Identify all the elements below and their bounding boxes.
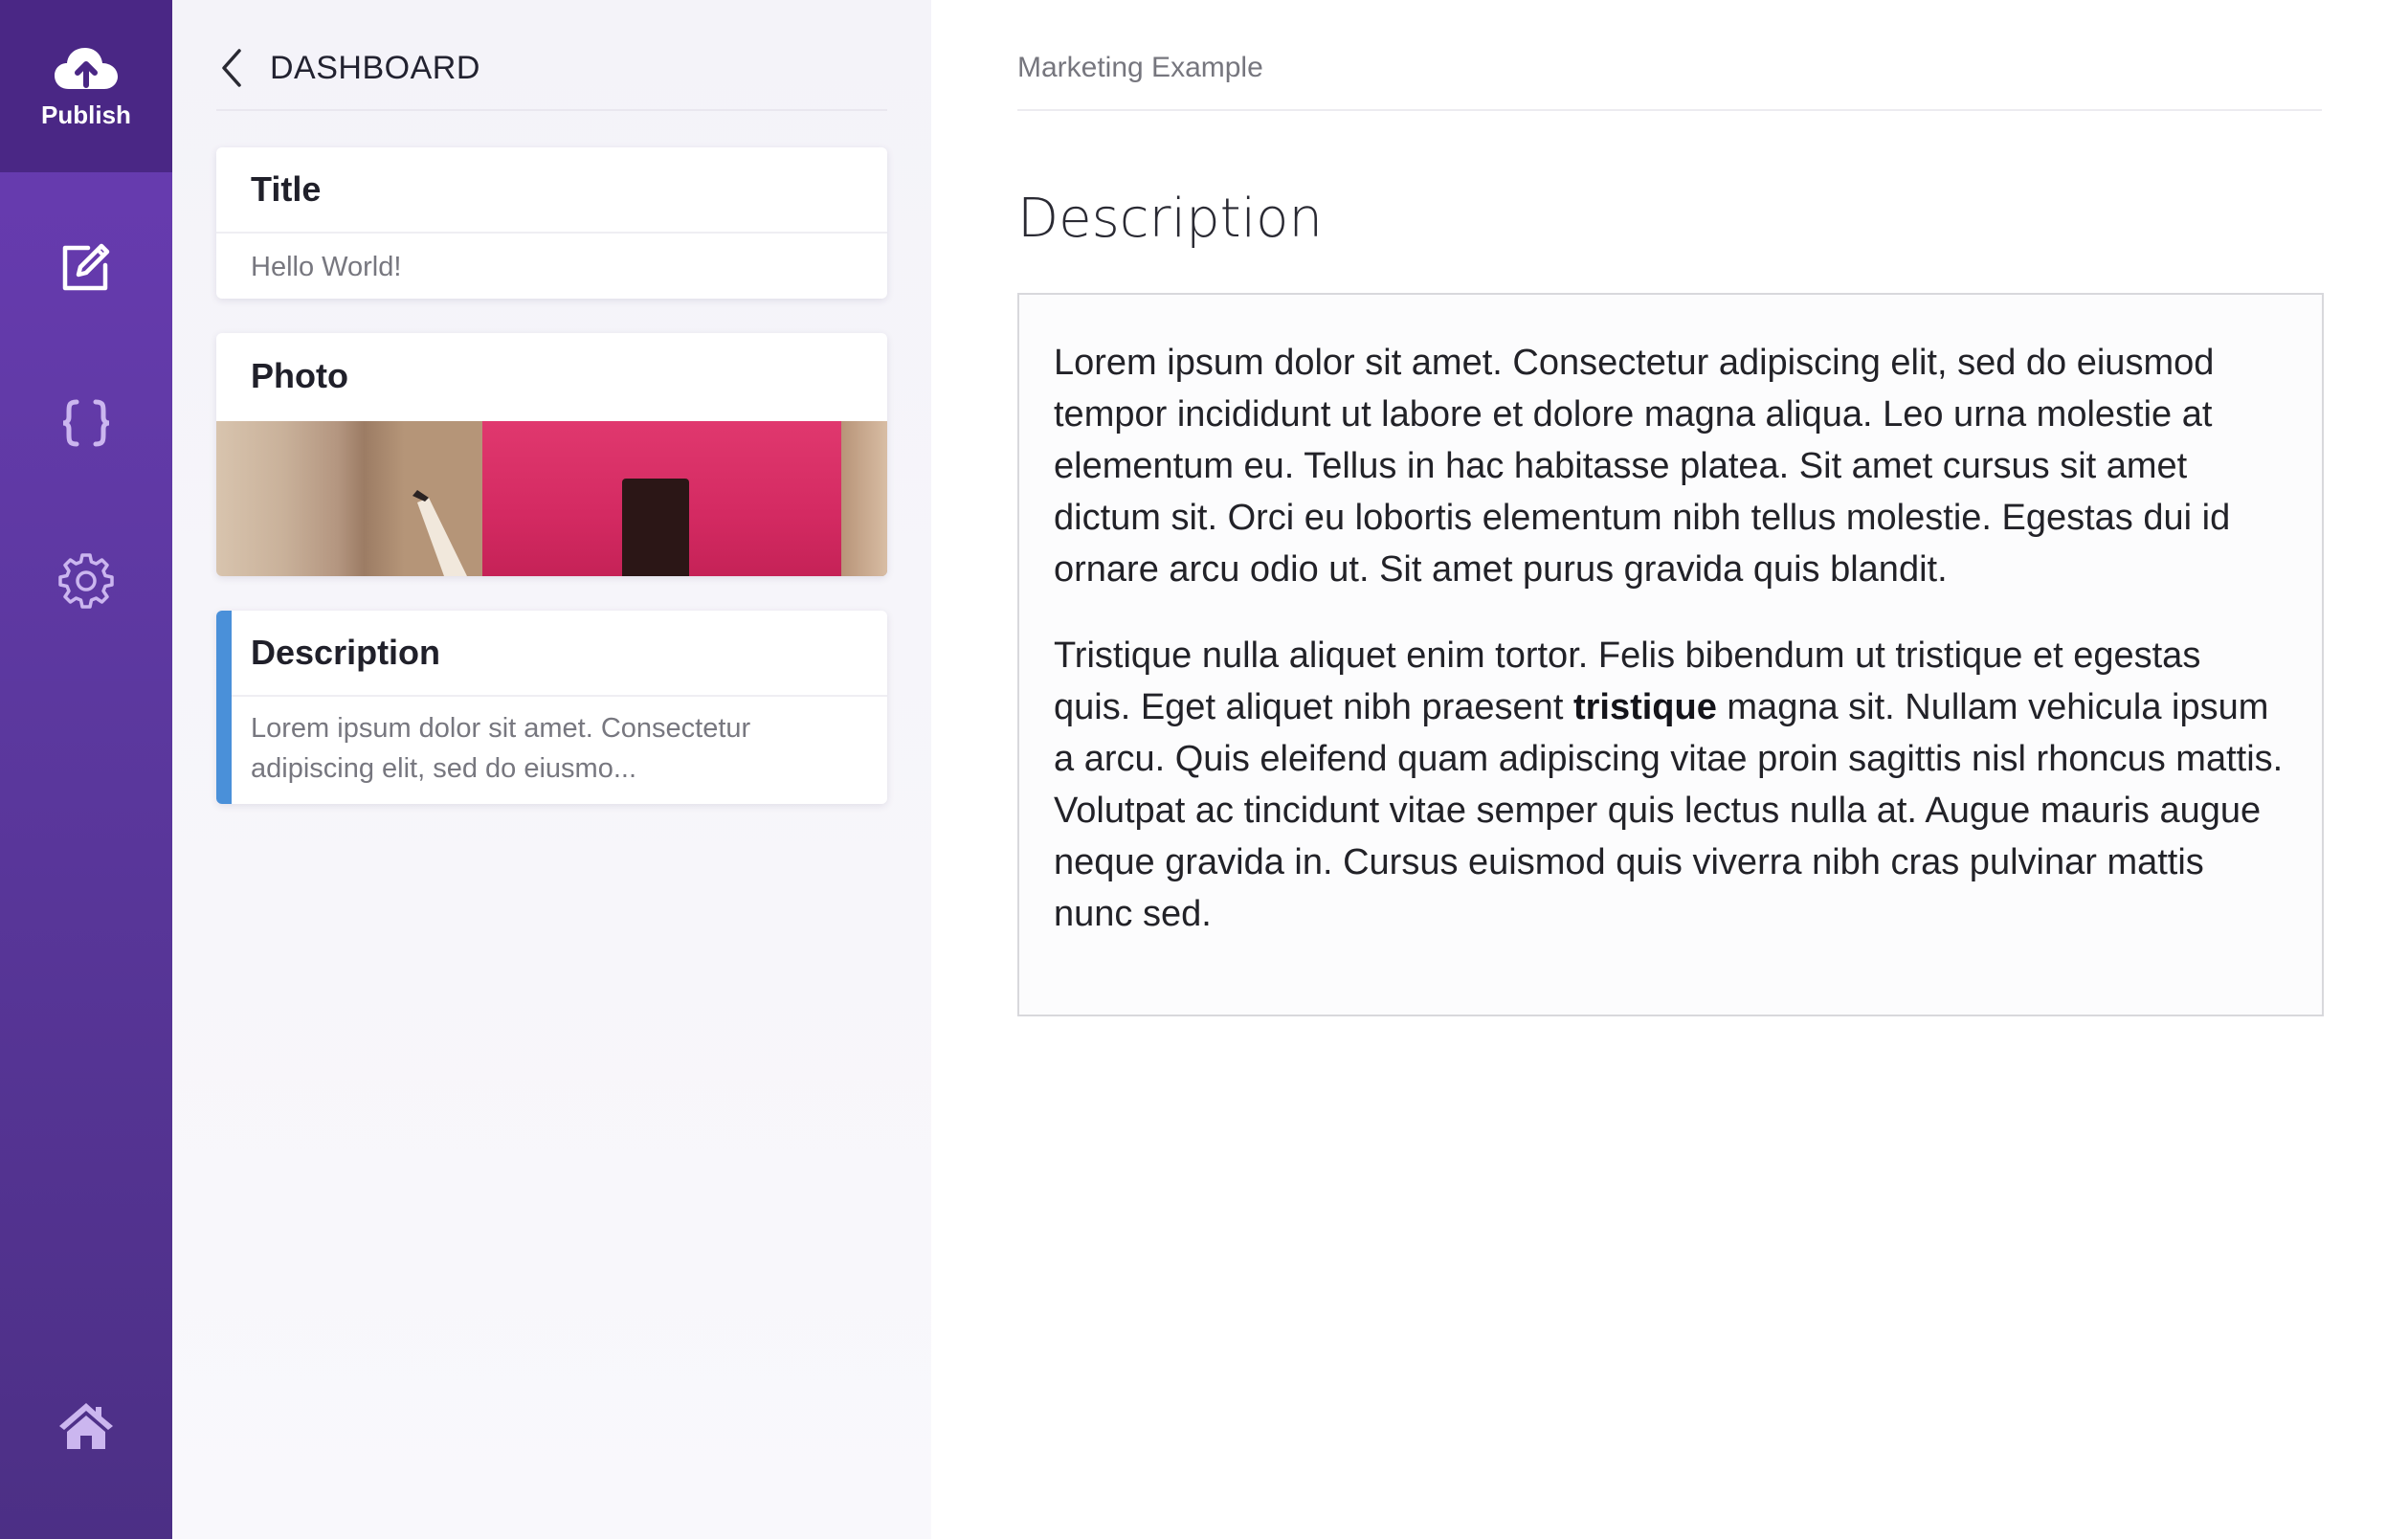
field-card-title[interactable]: Title Hello World! bbox=[216, 147, 887, 299]
preview-line: Lorem ipsum dolor sit amet. Consectetur bbox=[251, 713, 751, 744]
left-rail: Publish bbox=[0, 0, 172, 1539]
photo-thumbnail bbox=[216, 421, 887, 576]
editor-pane: Marketing Example Description Lorem ipsu… bbox=[931, 0, 2408, 1539]
preview-line: adipiscing elit, sed do eiusmo... bbox=[251, 753, 636, 784]
publish-button[interactable]: Publish bbox=[0, 0, 172, 172]
field-list-panel: DASHBOARD Title Hello World! Photo Descr… bbox=[172, 0, 931, 1539]
field-card-label: Description bbox=[216, 611, 887, 697]
app: Publish DASHBOARD Title Hello World! Pho… bbox=[0, 0, 2408, 1539]
pencil-image bbox=[412, 490, 467, 576]
rail-home-button[interactable] bbox=[0, 1369, 172, 1483]
breadcrumb: Marketing Example bbox=[1017, 27, 2322, 111]
field-card-photo[interactable]: Photo bbox=[216, 333, 887, 576]
edit-icon bbox=[62, 243, 110, 291]
cloud-upload-icon bbox=[55, 47, 118, 89]
publish-label: Publish bbox=[41, 100, 131, 129]
field-card-description[interactable]: Description Lorem ipsum dolor sit amet. … bbox=[216, 611, 887, 804]
field-heading: Description bbox=[1017, 188, 1323, 250]
chevron-left-icon bbox=[222, 49, 241, 87]
rail-code-button[interactable] bbox=[0, 366, 172, 480]
paragraph: Tristique nulla aliquet enim tortor. Fel… bbox=[1054, 630, 2287, 940]
paragraph: Lorem ipsum dolor sit amet. Consectetur … bbox=[1054, 343, 2231, 590]
back-to-dashboard[interactable]: DASHBOARD bbox=[216, 27, 887, 111]
field-card-label: Photo bbox=[251, 356, 348, 395]
home-icon bbox=[59, 1403, 113, 1449]
selected-indicator bbox=[216, 611, 232, 804]
rail-edit-button[interactable] bbox=[0, 210, 172, 324]
code-braces-icon bbox=[62, 399, 110, 447]
bold-text: tristique bbox=[1572, 687, 1717, 727]
field-card-label: Title bbox=[216, 147, 887, 234]
description-editor[interactable]: Lorem ipsum dolor sit amet. Consectetur … bbox=[1017, 293, 2324, 1016]
gear-icon bbox=[58, 553, 114, 609]
rail-settings-button[interactable] bbox=[0, 523, 172, 637]
field-card-preview: Lorem ipsum dolor sit amet. Consectetur … bbox=[216, 697, 887, 789]
dashboard-label: DASHBOARD bbox=[270, 49, 480, 86]
field-card-value: Hello World! bbox=[251, 252, 402, 282]
